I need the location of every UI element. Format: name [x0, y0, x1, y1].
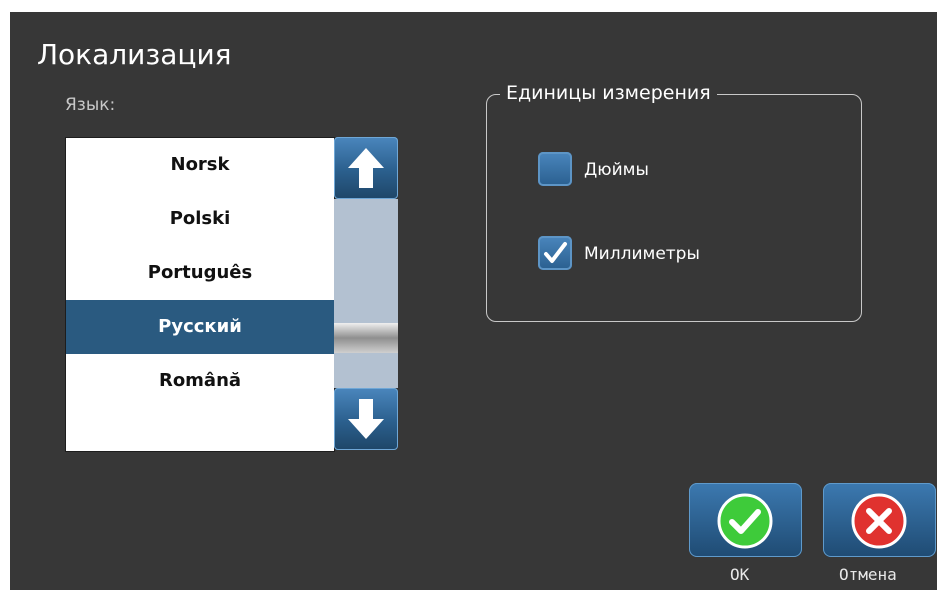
page-title: Локализация — [37, 38, 232, 71]
ok-button[interactable] — [689, 483, 802, 557]
checkmark-icon — [544, 242, 567, 263]
list-item[interactable]: Norsk — [66, 138, 334, 192]
millimeters-label: Миллиметры — [584, 244, 700, 264]
cancel-button[interactable] — [823, 483, 936, 557]
list-item-selected[interactable]: Русский — [66, 300, 334, 354]
units-group — [486, 94, 862, 322]
scroll-down-button[interactable] — [334, 388, 398, 450]
scrollbar-thumb[interactable] — [334, 323, 398, 353]
arrow-up-icon — [348, 148, 384, 188]
ok-label: OK — [730, 565, 750, 584]
list-item[interactable]: Português — [66, 246, 334, 300]
units-group-title: Единицы измерения — [500, 82, 717, 104]
close-circle-icon — [851, 493, 907, 549]
scrollbar-track[interactable] — [334, 199, 398, 388]
language-label: Язык: — [65, 95, 116, 115]
language-scrollbar[interactable] — [333, 137, 399, 450]
inches-label: Дюймы — [584, 160, 649, 180]
cancel-label: Отмена — [839, 565, 897, 584]
arrow-down-icon — [348, 399, 384, 439]
scroll-up-button[interactable] — [334, 137, 398, 199]
millimeters-checkbox[interactable] — [538, 236, 572, 270]
list-item[interactable]: Română — [66, 354, 334, 408]
language-list[interactable]: Norsk Polski Português Русский Română — [65, 137, 335, 452]
localization-dialog: Локализация Язык: Norsk Polski Português… — [10, 12, 937, 590]
checkmark-circle-icon — [717, 493, 773, 549]
inches-checkbox[interactable] — [538, 152, 572, 186]
list-item[interactable]: Polski — [66, 192, 334, 246]
